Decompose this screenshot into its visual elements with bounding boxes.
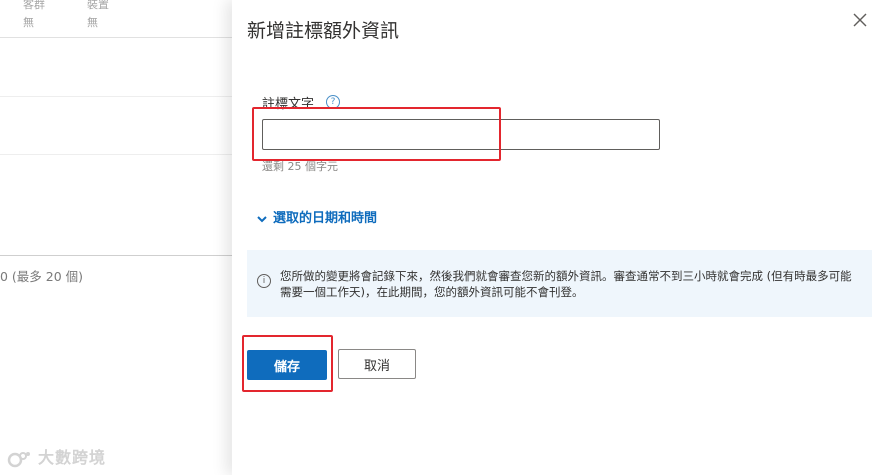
row-divider xyxy=(0,154,232,155)
help-icon[interactable]: ? xyxy=(326,95,340,109)
watermark-logo-icon xyxy=(7,451,30,467)
watermark-text: 大數跨境 xyxy=(38,448,107,467)
chevron-down-icon xyxy=(257,215,267,222)
info-message-text: 您所做的變更將會記錄下來，然後我們就會審查您新的額外資訊。審查通常不到三小時就會… xyxy=(280,269,852,299)
callout-text-label: 註標文字 xyxy=(262,97,315,112)
row-divider xyxy=(0,96,232,97)
date-time-toggle[interactable]: 選取的日期和時間 xyxy=(256,207,377,226)
panel-title: 新增註標額外資訊 xyxy=(247,20,400,42)
save-button[interactable]: 儲存 xyxy=(247,350,327,380)
close-icon xyxy=(853,13,867,27)
info-message: i 您所做的變更將會記錄下來，然後我們就會審查您新的額外資訊。審查通常不到三小時… xyxy=(247,250,872,317)
cancel-button[interactable]: 取消 xyxy=(338,349,416,379)
callout-edit-panel: 新增註標額外資訊 註標文字 ? 還剩 25 個字元 選取的日期和時間 i 您所做… xyxy=(232,0,883,475)
background-page: 客群 無 裝置 無 0 (最多 20 個) 大數跨境 xyxy=(0,0,232,475)
audience-column-value: 無 xyxy=(23,16,34,29)
callout-count: 0 (最多 20 個) xyxy=(0,269,84,284)
section-divider xyxy=(0,255,232,256)
date-time-toggle-label: 選取的日期和時間 xyxy=(273,211,378,226)
device-column-header: 裝置 xyxy=(87,0,109,11)
audience-column: 客群 無 xyxy=(23,0,45,30)
device-column: 裝置 無 xyxy=(87,0,109,30)
callout-text-input[interactable] xyxy=(262,119,660,150)
watermark: 大數跨境 xyxy=(6,444,106,468)
info-icon: i xyxy=(257,274,271,288)
audience-column-header: 客群 xyxy=(23,0,45,11)
close-button[interactable] xyxy=(850,10,870,30)
device-column-value: 無 xyxy=(87,16,98,29)
character-count: 還剩 25 個字元 xyxy=(262,160,338,173)
